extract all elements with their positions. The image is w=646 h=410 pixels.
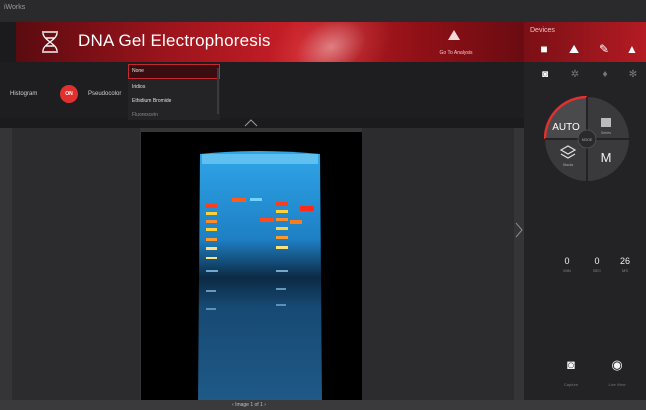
- chevron-right-icon[interactable]: [515, 222, 523, 238]
- image-viewer[interactable]: [141, 132, 362, 404]
- go-to-analysis-button[interactable]: Go To Analysis: [426, 24, 486, 60]
- next-image-icon[interactable]: ›: [264, 402, 266, 408]
- pseudocolor-label: Pseudocolor: [88, 91, 122, 97]
- mode-center-label: MODE: [582, 138, 593, 142]
- device-flask-icon[interactable]: ▲: [624, 42, 640, 56]
- acquisition-tabs: ◙ ✲ ♦ ✻: [524, 62, 646, 88]
- dropdown-option-none[interactable]: None: [132, 68, 144, 74]
- pager-text: Image 1 of 1: [235, 402, 263, 408]
- image-workspace: [0, 128, 524, 404]
- tab-light-icon[interactable]: ♦: [598, 68, 612, 82]
- go-to-analysis-label: Go To Analysis: [439, 50, 473, 56]
- exposure-milliseconds: 26 MS: [612, 256, 638, 273]
- gel-image: [198, 151, 322, 404]
- window-title-bar: iWorks: [0, 0, 646, 22]
- pseudocolor-dropdown[interactable]: None Iridios Ethidium Bromide Fluorescei…: [128, 64, 220, 120]
- status-bar: ‹ Image 1 of 1 ›: [0, 400, 646, 410]
- series-icon: [601, 118, 611, 127]
- header-banner: DNA Gel Electrophoresis Go To Analysis: [16, 22, 524, 62]
- exposure-minutes-unit: MIN: [563, 268, 571, 273]
- tab-filter-icon[interactable]: ✻: [626, 68, 640, 82]
- dropdown-option-iridios[interactable]: Iridios: [132, 84, 145, 90]
- camera-icon: ◙: [567, 357, 575, 372]
- mode-series-label[interactable]: Series: [601, 131, 611, 135]
- exposure-milliseconds-value: 26: [619, 256, 630, 266]
- mode-auto-label[interactable]: AUTO: [552, 122, 580, 133]
- workspace-right-pane: [362, 128, 514, 400]
- acquisition-panel: ◙ ✲ ♦ ✻ MODE AUTO Series Stacks M 0 MIN …: [524, 62, 646, 400]
- previous-image-icon[interactable]: ‹: [232, 402, 234, 408]
- exposure-seconds: 0 SEC: [584, 256, 610, 273]
- image-pager: ‹ Image 1 of 1 ›: [232, 402, 266, 408]
- devices-panel: Devices ■ ⛰ ✎ ▲: [524, 22, 646, 62]
- dna-hourglass-icon: [42, 31, 58, 53]
- header-decoration: [253, 22, 409, 62]
- mode-stacks-label[interactable]: Stacks: [563, 163, 574, 167]
- exposure-seconds-value: 0: [594, 256, 600, 266]
- device-probe-icon[interactable]: ✎: [596, 42, 612, 56]
- display-toolbar: Histogram ON Pseudocolor: [0, 62, 524, 118]
- dropdown-option-ethidium-bromide[interactable]: Ethidium Bromide: [132, 98, 171, 104]
- live-view-label: Live View: [608, 382, 626, 387]
- analysis-icon: [448, 30, 460, 40]
- exposure-minutes: 0 MIN: [554, 256, 580, 273]
- tab-camera-icon[interactable]: ◙: [538, 68, 552, 82]
- mode-dial[interactable]: MODE AUTO Series Stacks M: [544, 96, 630, 182]
- eye-icon: ◉: [611, 357, 623, 372]
- live-view-button[interactable]: ◉ Live View: [600, 356, 634, 396]
- app-window: iWorks DNA Gel Electrophoresis Go To Ana…: [0, 0, 646, 410]
- devices-label: Devices: [530, 27, 555, 34]
- capture-label: Capture: [563, 382, 579, 387]
- exposure-seconds-unit: SEC: [592, 268, 602, 273]
- app-name: iWorks: [4, 4, 26, 11]
- workspace-left-pane: [12, 128, 140, 400]
- dropdown-scrollbar[interactable]: [217, 68, 219, 114]
- device-camera-icon[interactable]: ■: [536, 42, 552, 56]
- histogram-label: Histogram: [10, 91, 38, 97]
- page-title: DNA Gel Electrophoresis: [78, 31, 271, 50]
- tab-settings-icon[interactable]: ✲: [568, 68, 582, 82]
- dropdown-option-fluorescein[interactable]: Fluorescein: [132, 112, 158, 118]
- device-microscope-icon[interactable]: ⛰: [566, 42, 582, 56]
- mode-manual-label[interactable]: M: [601, 150, 612, 165]
- chevron-up-icon[interactable]: [244, 119, 258, 127]
- exposure-minutes-value: 0: [564, 256, 570, 266]
- capture-button[interactable]: ◙ Capture: [554, 356, 588, 396]
- exposure-milliseconds-unit: MS: [622, 268, 628, 273]
- histogram-toggle[interactable]: ON: [60, 85, 78, 103]
